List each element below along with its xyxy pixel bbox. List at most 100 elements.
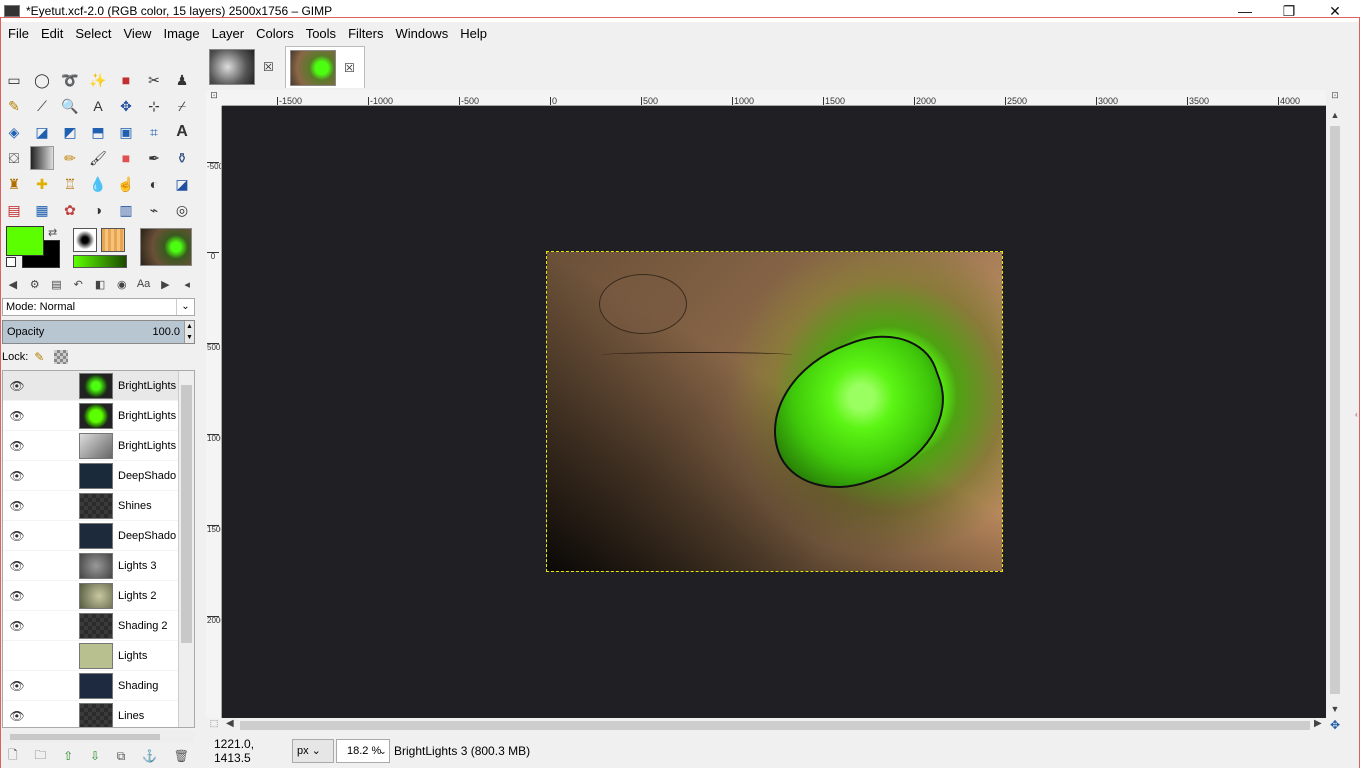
menu-help[interactable]: Help (454, 24, 493, 44)
tab-layers-icon[interactable]: ▤ (46, 274, 68, 294)
menu-filters[interactable]: Filters (342, 24, 389, 44)
menu-edit[interactable]: Edit (35, 24, 69, 44)
colorize-icon[interactable]: ✿ (58, 198, 82, 222)
tab-tool-options-icon[interactable]: ⚙ (24, 274, 46, 294)
smudge-icon[interactable]: ☝ (114, 172, 138, 196)
rect-select-icon[interactable]: ▭ (2, 68, 26, 92)
layer-row[interactable]: 👁 Lights 3 (3, 551, 194, 581)
layer-row[interactable]: 👁 Shines (3, 491, 194, 521)
menu-file[interactable]: File (2, 24, 35, 44)
layers-hscrollbar[interactable] (2, 731, 195, 743)
raise-layer-icon[interactable]: ⇧ (63, 749, 73, 763)
move-icon[interactable]: ✥ (114, 94, 138, 118)
layer-row[interactable]: 👁 Shading 2 (3, 611, 194, 641)
scroll-left-icon[interactable]: ◀ (226, 718, 234, 729)
close-icon[interactable]: ☒ (344, 61, 355, 75)
ellipse-select-icon[interactable]: ◯ (30, 68, 54, 92)
tab-undo-icon[interactable]: ↶ (67, 274, 89, 294)
layer-row[interactable]: 👁 BrightLights (3, 431, 194, 461)
image-tab-active[interactable]: ☒ (285, 46, 365, 88)
new-group-icon[interactable]: 🗀 (34, 746, 46, 767)
scrollbar-thumb[interactable] (181, 385, 192, 643)
levels-icon[interactable]: ▥ (114, 198, 138, 222)
close-icon[interactable]: ☒ (263, 60, 274, 74)
scroll-up-icon[interactable]: ▲ (1328, 110, 1342, 120)
quick-mask-icon[interactable]: ⬚ (206, 718, 222, 732)
threshold-icon[interactable]: ◎ (170, 198, 194, 222)
visibility-eye-icon[interactable]: 👁 (3, 379, 31, 393)
anchor-layer-icon[interactable]: ⚓ (142, 749, 157, 763)
lower-layer-icon[interactable]: ⇩ (90, 749, 100, 763)
layer-row[interactable]: 👁 BrightLights 3 (3, 371, 194, 401)
menu-windows[interactable]: Windows (389, 24, 454, 44)
swap-colors-icon[interactable]: ⇄ (48, 226, 57, 239)
active-image-preview[interactable] (140, 228, 192, 266)
eye-artwork[interactable] (546, 251, 1003, 572)
free-select-icon[interactable]: ➰ (58, 68, 82, 92)
visibility-eye-icon[interactable]: 👁 (3, 619, 31, 633)
tab-channels-icon[interactable]: ◧ (89, 274, 111, 294)
vertical-ruler[interactable]: -500 0 500 1000 1500 2000 (206, 106, 222, 718)
layer-row[interactable]: 👁 Shading (3, 671, 194, 701)
delete-layer-icon[interactable]: 🗑 (174, 749, 189, 763)
measure-icon[interactable]: A (86, 94, 110, 118)
menu-select[interactable]: Select (69, 24, 117, 44)
menu-image[interactable]: Image (157, 24, 205, 44)
opacity-spinner[interactable]: ▲ ▼ (184, 321, 194, 343)
scrollbar-thumb[interactable] (240, 721, 1310, 730)
color-select-icon[interactable]: ■ (114, 68, 138, 92)
foreground-color-swatch[interactable] (6, 226, 44, 256)
tab-scroll-left-icon[interactable]: ◀ (2, 274, 24, 294)
default-colors-icon[interactable] (6, 257, 16, 267)
visibility-eye-icon[interactable]: 👁 (3, 469, 31, 483)
cage-icon[interactable]: ⌗ (142, 120, 166, 144)
scroll-right-icon[interactable]: ▶ (1314, 718, 1322, 729)
visibility-eye-icon[interactable]: 👁 (3, 409, 31, 423)
layer-row[interactable]: 👁 Lines (3, 701, 194, 727)
layers-scrollbar[interactable] (178, 371, 194, 727)
text-icon[interactable]: A (170, 120, 194, 144)
fuzzy-select-icon[interactable]: ✨ (86, 68, 110, 92)
navigate-icon[interactable]: ✥ (1328, 718, 1342, 732)
curves-icon[interactable]: ⌁ (142, 198, 166, 222)
menu-layer[interactable]: Layer (206, 24, 251, 44)
perspective-icon[interactable]: ⬒ (86, 120, 110, 144)
menu-colors[interactable]: Colors (250, 24, 300, 44)
brightness-icon[interactable]: ◑ (86, 198, 110, 222)
image-canvas[interactable] (222, 106, 1326, 718)
desaturate-icon[interactable]: ◪ (170, 172, 194, 196)
heal-icon[interactable]: ✚ (30, 172, 54, 196)
zoom-icon[interactable]: 🔍 (58, 94, 82, 118)
paths-icon[interactable]: ✎ (2, 94, 26, 118)
paintbrush-icon[interactable]: 🖌 (86, 146, 110, 170)
ink-icon[interactable]: ⚱ (170, 146, 194, 170)
scrollbar-thumb[interactable] (1330, 126, 1340, 694)
pencil-icon[interactable]: ✏ (58, 146, 82, 170)
brush-preview[interactable] (73, 228, 97, 252)
clone-icon[interactable]: ♜ (2, 172, 26, 196)
scale-icon[interactable]: ◪ (30, 120, 54, 144)
zoom-select[interactable]: 18.2 % ⌄ (336, 739, 390, 763)
layer-row[interactable]: 👁 BrightLights 2 (3, 401, 194, 431)
eraser-icon[interactable]: ■ (114, 146, 138, 170)
layer-row[interactable]: 👁 DeepShadows (3, 461, 194, 491)
unit-select[interactable]: px ⌄ (292, 739, 334, 763)
scroll-down-icon[interactable]: ▼ (1328, 704, 1342, 714)
menu-view[interactable]: View (118, 24, 158, 44)
dock-menu-icon[interactable]: ◂ (176, 274, 198, 294)
align-icon[interactable]: ⊹ (142, 94, 166, 118)
menu-tools[interactable]: Tools (300, 24, 342, 44)
canvas-horizontal-scrollbar[interactable]: ◀ ▶ (222, 718, 1326, 732)
dodge-burn-icon[interactable]: ◐ (142, 172, 166, 196)
layer-mode-select[interactable]: Mode: Normal ⌄ (2, 298, 195, 316)
hue-saturation-icon[interactable]: ▦ (30, 198, 54, 222)
visibility-eye-icon[interactable]: 👁 (3, 709, 31, 723)
bucket-fill-icon[interactable]: ⛋ (2, 146, 26, 170)
canvas-vertical-scrollbar[interactable]: ▲ ▼ (1328, 106, 1342, 718)
visibility-eye-icon[interactable]: 👁 (3, 439, 31, 453)
visibility-eye-icon[interactable]: 👁 (3, 679, 31, 693)
rotate-icon[interactable]: ◈ (2, 120, 26, 144)
blur-icon[interactable]: 💧 (86, 172, 110, 196)
gradient-preview[interactable] (73, 255, 127, 268)
crop-icon[interactable]: ⌿ (170, 94, 194, 118)
